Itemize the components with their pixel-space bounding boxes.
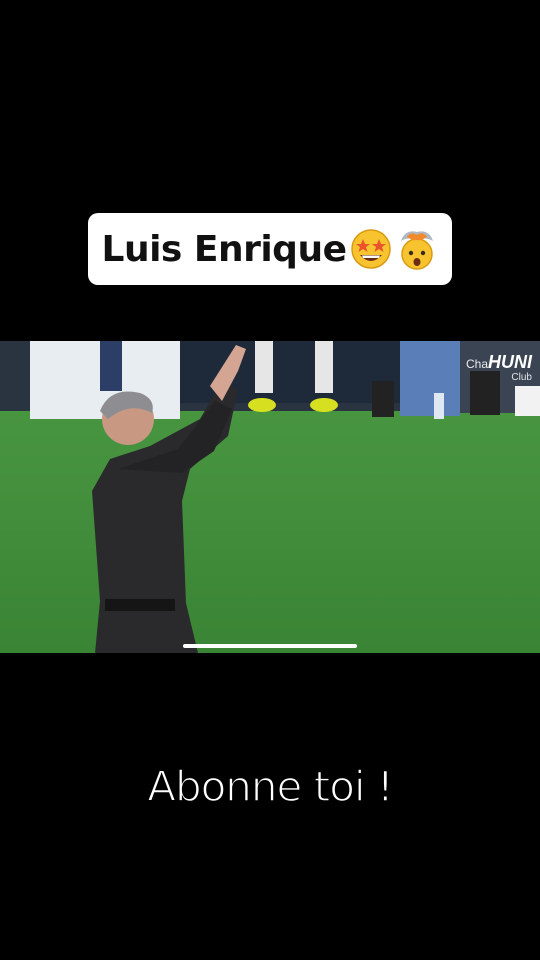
video-player[interactable]: ChaHUNI Club bbox=[0, 341, 540, 653]
exploding-head-icon bbox=[400, 231, 433, 270]
video-frame bbox=[0, 341, 540, 653]
overlay-text: Abonne toi ! bbox=[146, 761, 394, 812]
watermark-prefix: Cha bbox=[465, 357, 488, 371]
watermark-sub: Club bbox=[511, 372, 532, 383]
channel-watermark: ChaHUNI Club bbox=[466, 353, 532, 383]
caption-text: Luis Enrique bbox=[101, 228, 348, 270]
caption-box: Luis Enrique bbox=[88, 213, 452, 285]
playback-progress-bar[interactable] bbox=[183, 644, 357, 648]
watermark-brand: HUNI bbox=[488, 352, 532, 372]
star-struck-icon bbox=[350, 229, 391, 269]
